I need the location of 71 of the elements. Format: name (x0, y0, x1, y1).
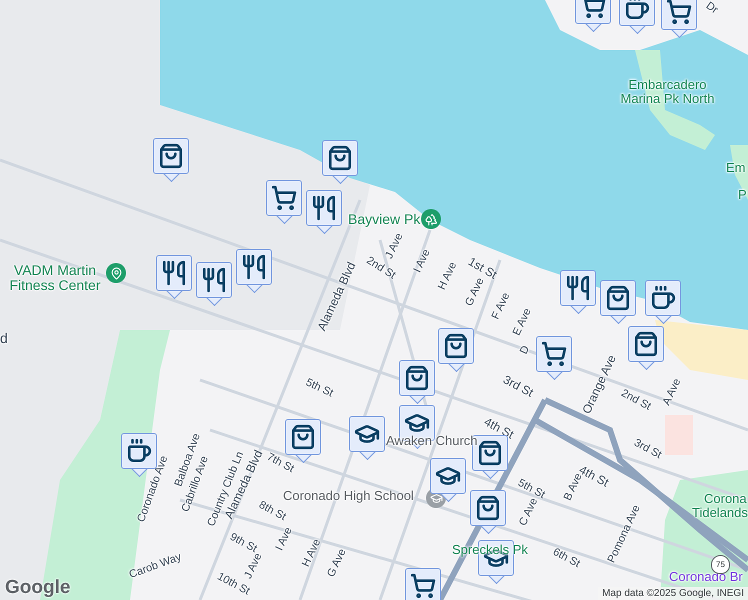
shopping-cart-icon (271, 185, 297, 211)
shopping-bag-icon (290, 424, 316, 450)
fork-knife-icon (311, 195, 337, 221)
park-label: Em (726, 161, 746, 176)
shopping-cart-icon (410, 573, 436, 599)
shopping-bag-icon (327, 145, 353, 171)
street-label: 4th St (482, 415, 516, 442)
fork-knife-icon (161, 260, 187, 286)
coffee-cup-icon (650, 285, 676, 311)
street-label: 5th St (304, 376, 335, 400)
marker-pin[interactable] (661, 0, 699, 40)
marker-pin[interactable] (266, 180, 304, 226)
marker-pin[interactable] (306, 190, 344, 236)
street-label: G Ave (325, 547, 349, 580)
coffee-cup-icon (624, 0, 650, 21)
street-label: G Ave (463, 276, 487, 308)
street-label: C Ave (516, 496, 540, 528)
coffee-cup-icon (126, 438, 152, 464)
marker-pin[interactable] (349, 416, 387, 462)
marker-pin[interactable] (153, 138, 191, 184)
park-label: VADM Martin Fitness Center (8, 263, 102, 294)
park-label: Tidelands (692, 506, 748, 520)
shopping-bag-icon (443, 333, 469, 359)
street-label: Carob Way (128, 551, 184, 582)
marker-pin[interactable] (196, 262, 234, 308)
marker-pin[interactable] (575, 0, 613, 34)
shopping-bag-icon (158, 143, 184, 169)
street-label: J Ave (383, 231, 406, 261)
street-label: 7th St (264, 450, 296, 476)
marker-pin[interactable] (619, 0, 657, 36)
park-label: Corona (704, 492, 747, 506)
shopping-cart-icon (666, 0, 692, 25)
google-logo: Google (5, 577, 70, 599)
park-label: Embarcadero Marina Pk North (620, 78, 715, 107)
shopping-cart-icon (541, 341, 567, 367)
street-label: H Ave (436, 260, 460, 292)
marker-pin[interactable] (628, 326, 666, 372)
park-label: Bayview Pk (348, 212, 420, 228)
street-label: 2nd St (619, 387, 653, 413)
fork-knife-icon (201, 267, 227, 293)
park-label: P (738, 188, 747, 202)
fork-knife-icon (565, 275, 591, 301)
marker-pin[interactable] (645, 280, 683, 326)
marker-pin[interactable] (236, 249, 274, 295)
marker-pin[interactable] (438, 328, 476, 374)
shopping-bag-icon (633, 331, 659, 357)
fork-knife-icon (241, 254, 267, 280)
street-label: H Ave (300, 537, 324, 569)
street-label: D (518, 344, 532, 356)
shopping-bag-icon (404, 365, 430, 391)
street-label: Dr (704, 0, 720, 16)
marker-pin[interactable] (600, 280, 638, 326)
marker-pin[interactable] (322, 140, 360, 186)
shopping-bag-icon (605, 285, 631, 311)
marker-pin[interactable] (536, 336, 574, 382)
street-label: d (0, 331, 8, 346)
street-label: I Ave (412, 248, 433, 275)
marker-pin[interactable] (560, 270, 598, 316)
street-label: F Ave (490, 290, 512, 322)
marker-pin[interactable] (430, 458, 468, 504)
street-label: 3rd St (500, 373, 536, 400)
marker-pin[interactable] (399, 360, 437, 406)
shopping-bag-icon (475, 495, 501, 521)
shopping-bag-icon (477, 440, 503, 466)
street-label: E Ave (510, 306, 534, 338)
marker-pin[interactable] (156, 255, 194, 301)
street-label: I Ave (274, 526, 295, 553)
street-label: 6th St (550, 546, 582, 570)
street-label: A Ave (660, 376, 684, 408)
street-label: 3rd St (632, 436, 664, 462)
marker-pin[interactable] (470, 490, 508, 536)
